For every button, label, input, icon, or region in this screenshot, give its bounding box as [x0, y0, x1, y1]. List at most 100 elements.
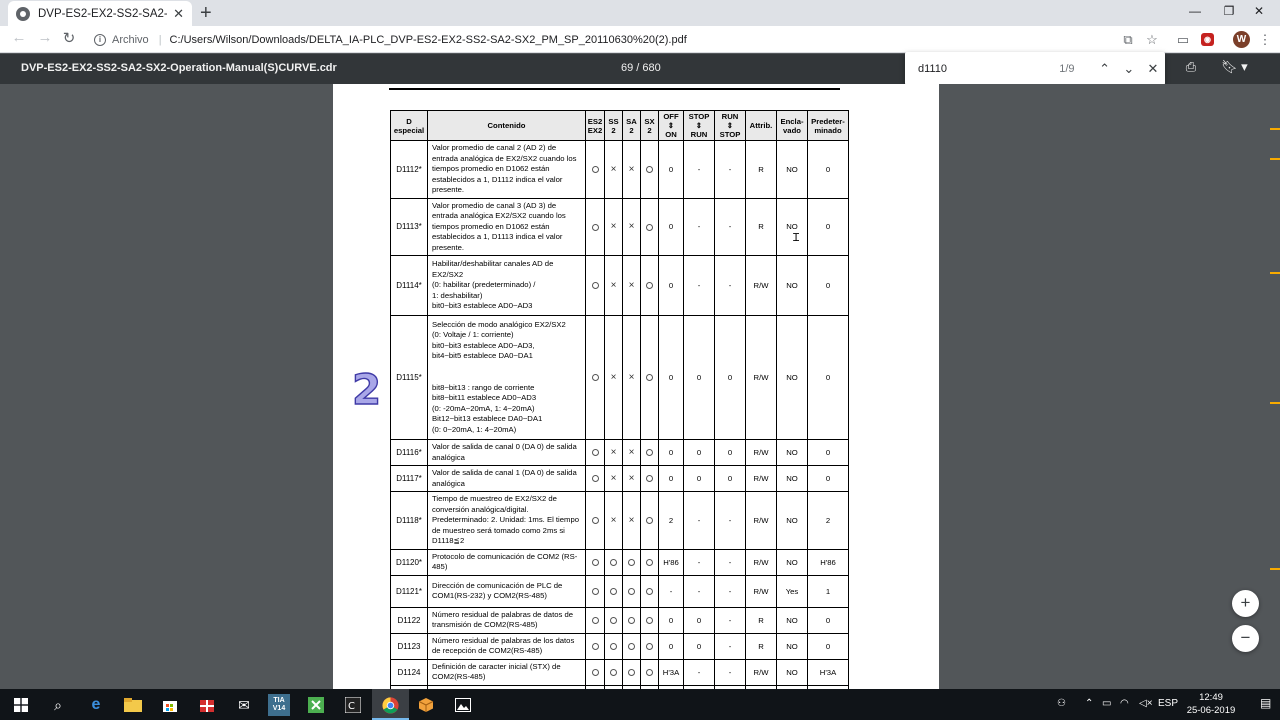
unsupported-cross-icon: × [628, 280, 635, 291]
profile-avatar[interactable]: W [1233, 31, 1250, 48]
windows-start-icon[interactable] [10, 694, 32, 716]
register-description: Valor de salida de canal 0 (DA 0) de sal… [427, 439, 586, 466]
address-bar[interactable]: i Archivo | C:/Users/Wilson/Downloads/DE… [88, 28, 1168, 51]
3d-cube-app-icon[interactable] [415, 694, 437, 716]
bookmark-star-icon[interactable]: ☆ [1144, 32, 1160, 48]
zoom-in-button[interactable]: + [1232, 590, 1259, 617]
model-support-cell [622, 548, 641, 576]
install-app-icon[interactable]: ⧉ [1120, 32, 1136, 48]
attribute-value: R/W [745, 255, 777, 316]
find-input[interactable]: d1110 [918, 63, 1040, 75]
run-stop-value: - [714, 255, 746, 316]
back-arrow-icon[interactable]: ← [8, 29, 30, 46]
attribute-value: R [745, 197, 777, 256]
chevron-down-icon[interactable]: ⌄ [1117, 61, 1141, 77]
model-support-cell [604, 658, 623, 686]
model-support-cell [640, 491, 659, 550]
run-stop-value: - [714, 606, 746, 634]
supported-circle-icon [646, 587, 653, 595]
default-value: 0 [807, 140, 849, 199]
register-code: D1112* [390, 140, 428, 199]
supported-circle-icon [591, 587, 599, 595]
info-icon[interactable]: i [94, 33, 106, 46]
wifi-icon[interactable]: ◠ [1120, 698, 1129, 709]
language-indicator[interactable]: ESP [1158, 698, 1178, 709]
tray-chevron-up-icon[interactable]: ⌃ [1085, 698, 1093, 709]
forward-arrow-icon[interactable]: → [34, 29, 56, 46]
stop-run-value: 0 [683, 439, 715, 466]
photos-app-icon[interactable] [452, 694, 474, 716]
close-find-icon[interactable]: ✕ [1141, 61, 1165, 77]
terminal-app-icon[interactable]: C [342, 694, 364, 716]
unsupported-cross-icon: × [610, 163, 617, 175]
battery-icon[interactable]: ▭ [1102, 698, 1111, 709]
latched-value: NO [776, 197, 808, 256]
table-row: D1115* Selección de modo analógico EX2/SX… [390, 315, 849, 440]
model-support-cell [585, 465, 605, 492]
zoom-out-button[interactable]: − [1232, 625, 1259, 652]
attribute-value: R/W [745, 491, 777, 550]
address-url[interactable]: C:/Users/Wilson/Downloads/DELTA_IA-PLC_D… [170, 34, 687, 46]
mail-icon[interactable]: ✉ [233, 694, 255, 716]
stop-run-value: 0 [683, 315, 715, 440]
gift-app-icon[interactable] [196, 694, 218, 716]
table-row: D1121* Dirección de comunicación de PLC d… [390, 574, 849, 608]
supported-circle-icon [591, 642, 599, 650]
table-row: D1113* Valor promedio de canal 3 (AD 3) d… [390, 197, 849, 256]
new-tab-button[interactable]: + [200, 2, 212, 24]
column-header: ES2 EX2 [585, 110, 605, 141]
table-row: D1114* Habilitar/deshabilitar canales AD … [390, 255, 849, 316]
attribute-value: R [745, 606, 777, 634]
close-window-button[interactable]: ✕ [1236, 0, 1280, 22]
supported-circle-icon [591, 517, 599, 525]
unsupported-cross-icon: × [610, 280, 617, 291]
model-support-cell [585, 548, 605, 576]
unsupported-cross-icon: × [610, 473, 617, 484]
extension-icon[interactable]: ▭ [1175, 32, 1191, 48]
run-stop-value: 0 [714, 465, 746, 492]
search-icon[interactable]: ⌕ [47, 694, 69, 716]
supported-circle-icon [646, 374, 653, 382]
model-support-cell: × [604, 491, 623, 550]
scrollbar[interactable] [1270, 84, 1280, 689]
off-on-value: 0 [658, 465, 684, 492]
model-support-cell: × [604, 140, 623, 199]
supported-circle-icon [646, 668, 653, 676]
latched-value: NO [776, 658, 808, 686]
taskbar-clock[interactable]: 12:49 25-06-2019 [1178, 691, 1244, 717]
register-code: D1117* [390, 465, 428, 492]
latched-value: NO [776, 140, 808, 199]
pdf-bookmark-icon[interactable]: 🔖︎ ▾ [1221, 59, 1248, 75]
tia-portal-icon[interactable]: TIA V14 [268, 694, 290, 716]
print-icon[interactable]: ⎙ [1183, 59, 1199, 75]
supported-circle-icon [591, 449, 599, 457]
file-explorer-icon[interactable] [122, 694, 144, 716]
unsupported-cross-icon: × [628, 163, 635, 175]
supported-circle-icon [591, 668, 599, 676]
table-row: D1112* Valor promedio de canal 2 (AD 2) d… [390, 140, 849, 199]
chevron-up-icon[interactable]: ⌃ [1093, 61, 1117, 77]
menu-kebab-icon[interactable]: ⋮ [1257, 32, 1273, 48]
supported-circle-icon [646, 642, 653, 650]
model-support-cell: × [604, 465, 623, 492]
notifications-icon[interactable]: ▤ [1260, 696, 1271, 710]
volume-icon[interactable]: ◁× [1139, 698, 1153, 709]
reload-icon[interactable]: ↻ [58, 29, 80, 47]
off-on-value: 0 [658, 439, 684, 466]
register-description: Valor promedio de canal 2 (AD 2) de entr… [427, 140, 586, 199]
edge-browser-icon[interactable]: e [85, 694, 107, 716]
browser-tab[interactable]: DVP-ES2-EX2-SS2-SA2-SX2-Ope ✕ [8, 1, 192, 26]
store-icon[interactable] [159, 694, 181, 716]
pdf-page-counter: 69 / 680 [621, 62, 661, 74]
people-icon[interactable]: ⚇ [1057, 698, 1066, 709]
tab-close-icon[interactable]: ✕ [173, 6, 184, 22]
register-description: Protocolo de comunicación de COM2 (RS-48… [427, 548, 586, 576]
chrome-icon[interactable] [379, 694, 401, 716]
supported-circle-icon [591, 475, 599, 483]
spreadsheet-app-icon[interactable] [305, 694, 327, 716]
latched-value: NO [776, 439, 808, 466]
stop-run-value: - [683, 255, 715, 316]
adblock-extension-icon[interactable]: ◉ [1201, 33, 1214, 46]
model-support-cell [604, 548, 623, 576]
model-support-cell [604, 574, 623, 608]
